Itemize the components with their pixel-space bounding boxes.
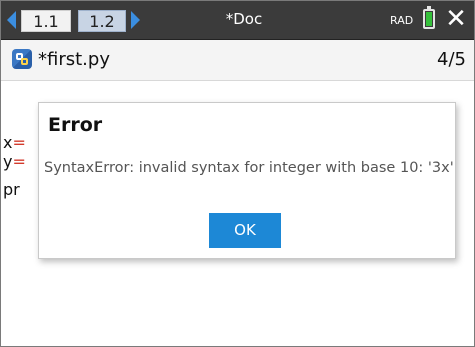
- top-bar: 1.1 1.2 *Doc RAD ✕: [1, 1, 474, 40]
- code-operator: =: [12, 133, 26, 152]
- tab-1-1[interactable]: 1.1: [21, 10, 71, 32]
- python-file-icon: [12, 49, 32, 69]
- battery-icon: [423, 6, 435, 29]
- tab-1-2[interactable]: 1.2: [78, 10, 126, 32]
- code-line: pr: [3, 181, 20, 199]
- angle-mode-indicator: RAD: [390, 14, 414, 27]
- code-line: y=: [3, 153, 26, 171]
- error-message: SyntaxError: invalid syntax for integer …: [44, 160, 454, 176]
- dialog-title: Error: [48, 114, 103, 136]
- calculator-screen: 1.1 1.2 *Doc RAD ✕ *first.py 4/5 x= y= p…: [0, 0, 475, 347]
- code-text: pr: [3, 180, 20, 199]
- close-icon[interactable]: ✕: [444, 4, 468, 34]
- file-name: *first.py: [38, 49, 110, 70]
- error-dialog: Error SyntaxError: invalid syntax for in…: [38, 102, 456, 259]
- document-title: *Doc: [225, 10, 263, 28]
- page-counter: 4/5: [437, 49, 466, 70]
- chevron-left-icon[interactable]: [7, 11, 16, 29]
- code-operator: =: [12, 152, 26, 171]
- file-bar: *first.py 4/5: [1, 40, 474, 81]
- ok-button[interactable]: OK: [209, 213, 281, 248]
- code-line: x=: [3, 134, 26, 152]
- chevron-right-icon[interactable]: [131, 11, 140, 29]
